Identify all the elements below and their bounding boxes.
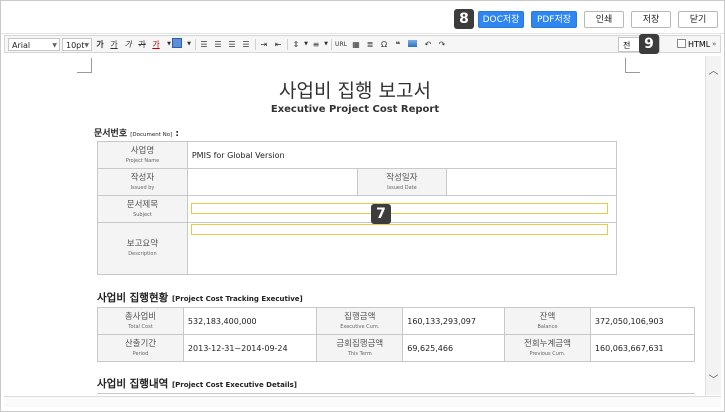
more-icon[interactable]: »	[712, 38, 716, 51]
image-icon[interactable]	[406, 38, 418, 51]
special-char-icon[interactable]: Ω	[378, 38, 390, 51]
font-family-select[interactable]: Arial ▼	[8, 38, 60, 51]
page-corner-marker	[625, 58, 640, 73]
bold-icon[interactable]: 가	[94, 38, 106, 51]
document-canvas[interactable]: 사업비 집행 보고서 Executive Project Cost Report…	[5, 56, 705, 395]
strikethrough-icon[interactable]: 가	[136, 38, 148, 51]
undo-icon[interactable]: ↶	[422, 38, 434, 51]
horizontal-rule-icon[interactable]: ≣	[364, 38, 376, 51]
italic-icon[interactable]: 가	[122, 38, 134, 51]
underline-icon[interactable]: 가	[108, 38, 120, 51]
issued-date-label: 작성일자 Issued Date	[356, 168, 448, 196]
document-subtitle: Executive Project Cost Report	[270, 104, 440, 115]
project-name-value[interactable]: PMIS for Global Version	[186, 141, 618, 169]
outdent-icon[interactable]: ⇤	[272, 38, 284, 51]
html-mode-label: HTML	[688, 40, 711, 49]
document-number-label: 문서번호 [Document No] :	[94, 129, 180, 139]
description-label: 보고요약 Description	[97, 222, 188, 275]
font-size-select[interactable]: 10pt ▼	[62, 38, 92, 51]
balance-value: 372,050,106,903	[589, 307, 696, 335]
period-value: 2013-12-31~2014-09-24	[182, 334, 318, 362]
table-icon[interactable]: ▦	[350, 38, 362, 51]
scroll-down-icon[interactable]: ﹀	[706, 371, 721, 386]
document-title: 사업비 집행 보고서	[279, 80, 431, 102]
issued-by-value[interactable]	[186, 168, 358, 196]
link-icon[interactable]: URL	[334, 38, 348, 51]
doc-save-button[interactable]: DOC저장	[478, 11, 524, 28]
project-name-label: 사업명 Project Name	[97, 141, 188, 169]
this-term-value: 69,625,466	[402, 334, 505, 362]
annotation-badge-7: 7	[371, 204, 391, 224]
font-color-icon[interactable]: 가	[150, 38, 162, 51]
details-heading: 사업비 집행내역 [Project Cost Executive Details…	[97, 378, 297, 390]
redo-icon[interactable]: ↷	[436, 38, 448, 51]
html-mode-checkbox[interactable]	[677, 39, 686, 48]
issued-date-value[interactable]	[446, 168, 617, 196]
font-size-value: 10pt	[66, 41, 85, 50]
this-term-label: 금회집행금액 This Term	[316, 334, 404, 362]
balance-label: 잔액 Balance	[504, 307, 591, 335]
total-cost-label: 총사업비 Total Cost	[97, 307, 184, 335]
chevron-down-icon: ▼	[84, 42, 89, 49]
save-button[interactable]: 저장	[631, 11, 671, 28]
chevron-down-icon[interactable]: ▼	[183, 38, 195, 51]
indent-icon[interactable]: ⇥	[258, 38, 270, 51]
top-action-bar: 8 DOC저장 PDF저장 인쇄 저장 닫기	[1, 1, 724, 34]
exec-cum-label: 집행금액 Executive Cum.	[316, 307, 404, 335]
highlight-color-icon[interactable]	[171, 38, 183, 51]
editor-toolbar: Arial ▼ 10pt ▼ 가 가 가 가 가 ▼ ▼ ☰ ☰ ☰ ☰ ⇥ ⇤…	[4, 35, 721, 53]
prev-cum-label: 전회누계금액 Previous Cum.	[504, 334, 591, 362]
exec-cum-value: 160,133,293,097	[402, 307, 505, 335]
prev-cum-value: 160,063,667,631	[589, 334, 696, 362]
close-button[interactable]: 닫기	[678, 11, 718, 28]
cost-tracking-table: 총사업비 Total Cost 532,183,400,000 집행금액 Execu…	[97, 307, 696, 362]
description-input[interactable]	[191, 224, 608, 235]
status-bar	[4, 396, 721, 407]
vertical-scrollbar[interactable]: ︿ ﹀	[705, 56, 721, 395]
scroll-up-icon[interactable]: ︿	[706, 62, 721, 77]
page-corner-marker	[77, 58, 92, 73]
print-button[interactable]: 인쇄	[584, 11, 624, 28]
subject-input[interactable]	[191, 203, 608, 214]
editor-window: 8 DOC저장 PDF저장 인쇄 저장 닫기 Arial ▼ 10pt ▼ 가 …	[0, 0, 725, 412]
font-family-value: Arial	[12, 41, 31, 50]
period-label: 산출기간 Period	[97, 334, 184, 362]
issued-by-label: 작성자 Issued by	[97, 168, 188, 196]
align-center-icon[interactable]: ☰	[212, 38, 224, 51]
chevron-down-icon: ▼	[52, 42, 57, 49]
align-left-icon[interactable]: ☰	[198, 38, 210, 51]
annotation-badge-9: 9	[639, 34, 659, 54]
annotation-badge-8: 8	[454, 9, 474, 29]
pdf-save-button[interactable]: PDF저장	[531, 11, 577, 28]
tracking-heading: 사업비 집행현황 [Project Cost Tracking Executiv…	[97, 292, 303, 304]
details-table-top	[97, 393, 695, 395]
align-right-icon[interactable]: ☰	[226, 38, 238, 51]
blockquote-icon[interactable]: ❝	[392, 38, 404, 51]
align-justify-icon[interactable]: ☰	[240, 38, 252, 51]
total-cost-value: 532,183,400,000	[182, 307, 318, 335]
subject-label: 문서제목 Subject	[97, 195, 188, 223]
